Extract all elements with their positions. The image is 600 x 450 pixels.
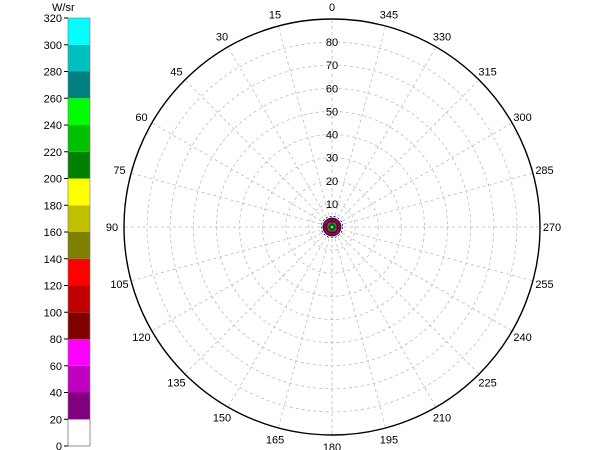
angle-label: 30 [216, 31, 228, 43]
colorbar-tick-label: 20 [50, 414, 62, 426]
angle-label: 315 [478, 66, 496, 78]
colorbar-tick-label: 100 [44, 307, 62, 319]
angle-label: 135 [167, 378, 185, 390]
angular-grid-spoke [331, 25, 387, 228]
colorbar-tick-label: 220 [44, 147, 62, 159]
angle-label: 150 [213, 413, 231, 425]
angle-label: 330 [433, 31, 451, 43]
angular-grid-spoke [277, 25, 333, 228]
colorbar-tick-label: 60 [50, 361, 62, 373]
angle-label: 120 [132, 332, 150, 344]
colorbar-tick-label: 80 [50, 334, 62, 346]
colorbar-swatch [68, 365, 90, 393]
angular-grid-spoke [130, 226, 333, 282]
angle-label: 0 [329, 2, 335, 14]
angle-label: 45 [170, 66, 182, 78]
angle-label: 15 [269, 9, 281, 21]
angular-grid-spoke [130, 172, 333, 228]
radial-label: 80 [326, 37, 338, 49]
colorbar: 0 20 40 60 80 100 120 140 160 180 200 220 240 260 280 3… [44, 13, 91, 450]
colorbar-tick-label: 160 [44, 227, 62, 239]
colorbar-tick-label: 280 [44, 67, 62, 79]
colorbar-tick-label: 300 [44, 40, 62, 52]
angle-label: 300 [513, 112, 531, 124]
angular-grid-spoke [331, 172, 534, 228]
colorbar-tick-label: 40 [50, 388, 62, 400]
angular-grid-spoke [331, 79, 480, 228]
angle-label: 225 [478, 378, 496, 390]
radial-label: 50 [326, 106, 338, 118]
angle-label: 210 [433, 413, 451, 425]
angle-label: 165 [266, 435, 284, 447]
colorbar-swatch [67, 418, 91, 447]
angular-grid-spoke [331, 226, 534, 282]
colorbar-swatch [68, 392, 90, 420]
angle-label: 60 [135, 112, 147, 124]
colorbar-tick-label: 260 [44, 93, 62, 105]
radial-label: 70 [326, 60, 338, 72]
radial-label: 30 [326, 153, 338, 165]
colorbar-swatch [68, 125, 90, 152]
colorbar-tick-label: 140 [44, 254, 62, 266]
angle-label: 345 [380, 9, 398, 21]
intensity-contour [330, 225, 334, 229]
angular-grid-spoke [184, 79, 333, 228]
angle-label: 105 [110, 279, 128, 291]
colorbar-swatch [68, 98, 90, 125]
colorbar-tick-label: 0 [56, 441, 62, 450]
angle-label: 240 [513, 332, 531, 344]
colorbar-unit-label: W/sr [52, 2, 75, 14]
colorbar-swatch [68, 232, 90, 259]
angular-grid-spoke [331, 226, 480, 375]
colorbar-swatch [68, 312, 90, 339]
colorbar-swatch [68, 205, 90, 232]
colorbar-tick-label: 120 [44, 281, 62, 293]
colorbar-swatch [68, 151, 90, 179]
polar-intensity-chart: 0204060801001201401601802002202402602803… [44, 2, 562, 450]
colorbar-tick-label: 240 [44, 120, 62, 132]
radial-label: 60 [326, 83, 338, 95]
colorbar-swatch [68, 18, 90, 45]
colorbar-tick-label: 180 [44, 200, 62, 212]
angular-grid-spoke [184, 226, 333, 375]
radial-label: 40 [326, 130, 338, 142]
angle-label: 90 [106, 222, 118, 234]
angle-label: 270 [543, 222, 561, 234]
angle-label: 180 [323, 442, 341, 450]
angular-grid-spoke [151, 122, 333, 228]
colorbar-swatch [68, 44, 90, 72]
colorbar-swatch [68, 178, 90, 206]
angular-grid-spoke [277, 226, 333, 429]
angular-grid-spoke [331, 226, 513, 332]
radial-label: 10 [326, 199, 338, 211]
colorbar-swatch [68, 258, 90, 286]
colorbar-swatch [68, 71, 90, 99]
angle-label: 75 [113, 165, 125, 177]
colorbar-tick-label: 200 [44, 174, 62, 186]
angular-grid-spoke [331, 226, 437, 408]
angle-label: 195 [380, 435, 398, 447]
polar-plot: 0 15 30 45 60 75 90 105 120 135 150 165 180 195 210 225… [106, 2, 561, 450]
colorbar-swatch [68, 285, 90, 313]
angular-grid-spoke [331, 226, 387, 429]
angle-label: 255 [535, 279, 553, 291]
colorbar-tick-label: 320 [44, 13, 62, 25]
angle-label: 285 [535, 165, 553, 177]
radial-label: 20 [326, 176, 338, 188]
angular-grid-spoke [151, 226, 333, 332]
colorbar-swatch [68, 339, 90, 366]
